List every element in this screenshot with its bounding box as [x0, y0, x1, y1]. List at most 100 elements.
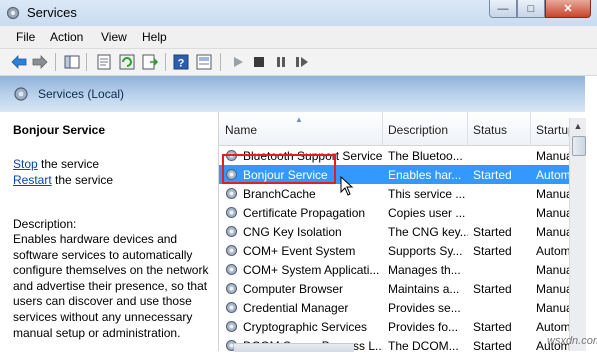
cell-name: Computer Browser — [243, 282, 344, 296]
content-area: Bonjour Service Stop the service Restart… — [0, 112, 586, 353]
cell-startup: Manua — [536, 263, 570, 277]
cell-description: Maintains a... — [388, 282, 460, 296]
cell-status: Started — [473, 168, 512, 182]
toolbar-divider — [220, 53, 221, 71]
mouse-cursor-icon — [340, 176, 354, 196]
window-title: Services — [27, 5, 77, 20]
service-gear-icon — [225, 301, 238, 314]
menu-view[interactable]: View — [101, 30, 127, 44]
service-gear-icon — [225, 263, 238, 276]
cell-startup: Manua — [536, 206, 570, 220]
table-row[interactable]: CNG Key Isolation The CNG key... Started Ma… — [219, 222, 570, 241]
stop-action: Stop the service — [13, 157, 99, 171]
menu-bar: File Action View Help — [0, 26, 597, 49]
maximize-button[interactable]: □ — [517, 0, 545, 18]
cell-startup: Autom — [536, 244, 570, 258]
cell-description: Copies user ... — [388, 206, 466, 220]
column-header-description[interactable]: Description — [382, 112, 468, 145]
menu-file[interactable]: File — [16, 30, 35, 44]
cell-description: This service ... — [388, 187, 466, 201]
minimize-button[interactable]: — — [489, 0, 517, 18]
service-gear-icon — [225, 282, 238, 295]
service-description: Enables hardware devices and software se… — [13, 232, 209, 340]
services-list: ▲ Name Description Status Startup Blueto… — [218, 112, 586, 353]
cell-status: Started — [473, 225, 512, 239]
restart-link[interactable]: Restart — [13, 173, 52, 187]
cell-description: Provides fo... — [388, 320, 459, 334]
table-row[interactable]: COM+ Event System Supports Sy... Started Au… — [219, 241, 570, 260]
window-controls: — □ ✕ — [489, 0, 591, 18]
column-label-name: Name — [225, 123, 258, 137]
column-header-startup[interactable]: Startup — [530, 112, 575, 145]
stop-link[interactable]: Stop — [13, 157, 38, 171]
service-gear-icon — [225, 225, 238, 238]
service-gear-icon — [225, 187, 238, 200]
toolbar-divider — [55, 53, 56, 71]
cell-name: Certificate Propagation — [243, 206, 366, 220]
description-label: Description: — [13, 217, 77, 231]
table-row[interactable]: Certificate Propagation Copies user ... Ma… — [219, 203, 570, 222]
start-service-icon[interactable] — [229, 54, 246, 70]
menu-help[interactable]: Help — [142, 30, 167, 44]
column-label-status: Status — [473, 123, 508, 137]
help-icon[interactable]: ? — [172, 54, 189, 70]
service-gear-icon — [225, 244, 238, 257]
table-row[interactable]: Cryptographic Services Provides fo... Star… — [219, 317, 570, 336]
restart-action: Restart the service — [13, 173, 113, 187]
cell-name: BranchCache — [243, 187, 316, 201]
cell-description: Enables har... — [388, 168, 462, 182]
service-gear-icon — [225, 320, 238, 333]
cell-status: Started — [473, 282, 512, 296]
title-bar: Services — □ ✕ — [0, 0, 597, 26]
cell-startup: Manua — [536, 301, 570, 315]
cell-name: CNG Key Isolation — [243, 225, 342, 239]
cell-description: Supports Sy... — [388, 244, 463, 258]
services-gear-icon — [14, 87, 28, 101]
cell-status: Started — [473, 244, 512, 258]
cell-name: COM+ Event System — [243, 244, 356, 258]
pause-service-icon[interactable] — [272, 54, 289, 70]
close-button[interactable]: ✕ — [545, 0, 591, 18]
cell-startup: Manua — [536, 149, 570, 163]
back-arrow-icon[interactable] — [10, 54, 27, 70]
show-hide-console-tree-icon[interactable] — [63, 54, 80, 70]
restart-service-icon[interactable] — [293, 54, 310, 70]
toolbar: ? — [0, 49, 597, 76]
column-label-description: Description — [388, 123, 449, 137]
properties-icon[interactable] — [95, 54, 112, 70]
stop-service-icon[interactable] — [250, 54, 267, 70]
toolbar-divider — [165, 53, 166, 71]
cell-name: Cryptographic Services — [243, 320, 368, 334]
table-row[interactable]: Computer Browser Maintains a... Started Man… — [219, 279, 570, 298]
header-title: Services (Local) — [38, 87, 125, 101]
refresh-icon[interactable] — [118, 54, 135, 70]
column-header-status[interactable]: Status — [467, 112, 531, 145]
column-header-name[interactable]: ▲ Name — [219, 112, 383, 145]
export-list-icon[interactable] — [141, 54, 158, 70]
vertical-scrollbar[interactable]: ▲ — [569, 118, 586, 351]
cell-startup: Manua — [536, 187, 570, 201]
cell-description: The Bluetoo... — [388, 149, 463, 163]
services-header: Services (Local) — [0, 76, 585, 112]
table-row[interactable]: COM+ System Applicati... Manages th... Man… — [219, 260, 570, 279]
highlight-box — [222, 154, 336, 184]
scroll-thumb[interactable] — [572, 136, 586, 156]
svg-text:?: ? — [177, 58, 184, 70]
table-row[interactable]: Credential Manager Provides se... Manua — [219, 298, 570, 317]
cell-status: Started — [473, 320, 512, 334]
forward-arrow-icon[interactable] — [31, 54, 48, 70]
table-row[interactable]: BranchCache This service ... Manua — [219, 184, 570, 203]
cell-description: Manages th... — [388, 263, 461, 277]
mmc-view-icon[interactable] — [195, 54, 212, 70]
selected-service-name: Bonjour Service — [13, 123, 106, 137]
cell-startup: Manua — [536, 225, 570, 239]
sort-ascending-icon: ▲ — [295, 115, 303, 124]
toolbar-divider — [86, 53, 87, 71]
scroll-up-arrow-icon[interactable]: ▲ — [570, 118, 586, 134]
services-app-icon — [6, 6, 20, 20]
cell-description: Provides se... — [388, 301, 461, 315]
cell-description: The CNG key... — [388, 225, 468, 239]
menu-action[interactable]: Action — [50, 30, 83, 44]
extended-details-pane: Bonjour Service Stop the service Restart… — [0, 112, 218, 351]
cell-name: COM+ System Applicati... — [243, 263, 380, 277]
